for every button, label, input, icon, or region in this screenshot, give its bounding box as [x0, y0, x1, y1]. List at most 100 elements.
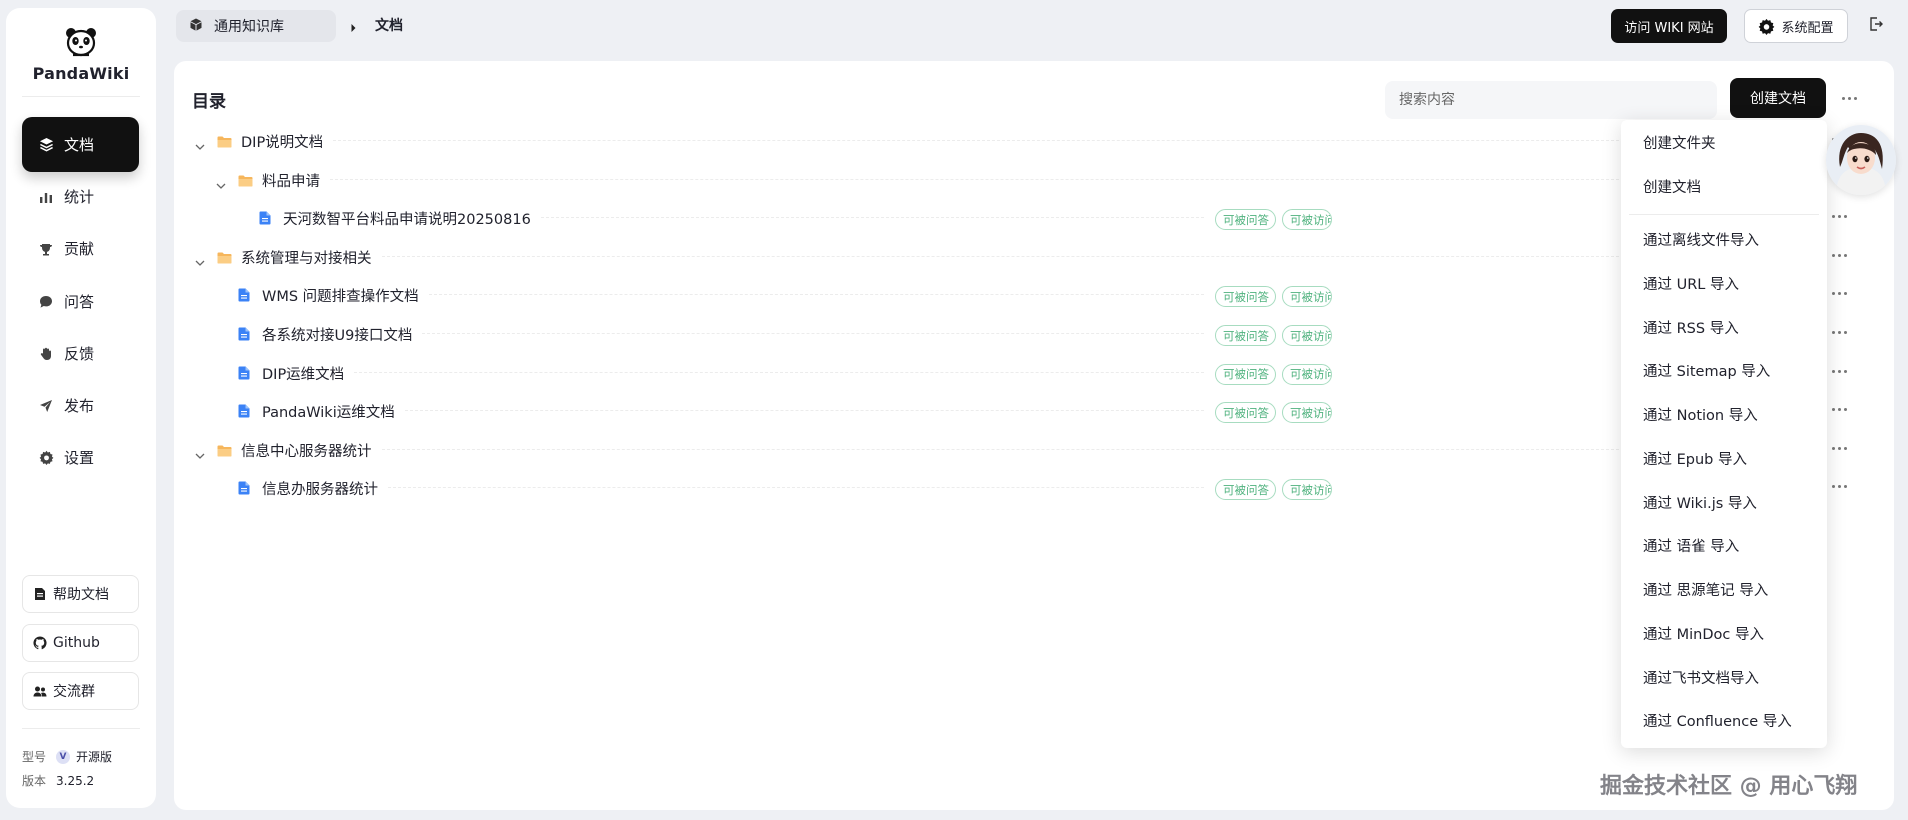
breadcrumb-current: 文档 [375, 18, 403, 34]
create-document-button[interactable]: 创建文档 [1730, 78, 1826, 118]
nav-label: 问答 [64, 293, 95, 311]
tree-item-label[interactable]: 料品申请 [262, 170, 320, 191]
tree-item-label[interactable]: 系统管理与对接相关 [241, 247, 372, 268]
menu-item-import-notion[interactable]: 通过 Notion 导入 [1643, 404, 1758, 425]
nav-item-docs[interactable]: 文档 [22, 117, 139, 172]
tree-item-label[interactable]: PandaWiki运维文档 [262, 401, 395, 422]
menu-item-create-folder[interactable]: 创建文件夹 [1643, 132, 1716, 153]
create-dropdown-menu: 创建文件夹 创建文档 通过离线文件导入 通过 URL 导入 通过 RSS 导入 … [1621, 120, 1827, 748]
row-divider [405, 410, 1204, 412]
row-more-icon[interactable] [1832, 331, 1847, 334]
visit-wiki-button[interactable]: 访问 WIKI 网站 [1611, 9, 1727, 43]
chevron-down-icon[interactable] [195, 251, 205, 270]
menu-item-create-doc[interactable]: 创建文档 [1643, 176, 1701, 197]
qa-enabled-tag: 可被问答 [1215, 325, 1276, 346]
menu-item-import-feishu[interactable]: 通过飞书文档导入 [1643, 667, 1759, 688]
chevron-down-icon[interactable] [195, 135, 205, 154]
tree-item-label[interactable]: DIP运维文档 [262, 363, 344, 384]
row-divider [388, 487, 1204, 489]
nav-label: 发布 [64, 397, 95, 415]
qa-enabled-tag: 可被问答 [1215, 209, 1276, 231]
nav-item-settings[interactable]: 设置 [22, 430, 139, 485]
system-config-label: 系统配置 [1781, 20, 1834, 36]
document-icon [238, 480, 250, 499]
document-icon [259, 210, 271, 229]
menu-item-import-wikijs[interactable]: 通过 Wiki.js 导入 [1643, 492, 1757, 513]
document-icon [238, 403, 250, 422]
tree-item-label[interactable]: WMS 问题排查操作文档 [262, 285, 419, 306]
github-button[interactable]: Github [22, 624, 139, 662]
model-info: 型号 V 开源版 [22, 748, 112, 765]
watermark-text: 掘金技术社区 @ 用心飞翔 [1600, 774, 1858, 799]
system-config-button[interactable]: 系统配置 [1744, 9, 1848, 43]
model-label: 型号 [22, 750, 47, 764]
gear-icon [1759, 18, 1775, 35]
menu-item-import-siyuan[interactable]: 通过 思源笔记 导入 [1643, 579, 1768, 600]
nav-label: 反馈 [64, 345, 95, 363]
row-divider [541, 217, 1204, 219]
row-more-icon[interactable] [1832, 292, 1847, 296]
version-divider [22, 728, 140, 729]
breadcrumb-root-label: 通用知识库 [214, 19, 284, 35]
logout-icon[interactable] [1868, 16, 1884, 36]
more-options-icon[interactable] [1842, 97, 1857, 100]
chevron-down-icon[interactable] [195, 444, 205, 463]
qa-enabled-tag: 可被问答 [1215, 363, 1276, 385]
folder-icon [238, 172, 253, 191]
nav-label: 设置 [64, 449, 95, 467]
gear-icon [38, 450, 54, 466]
menu-item-import-yuque[interactable]: 通过 语雀 导入 [1643, 535, 1739, 556]
tree-item-label[interactable]: 信息办服务器统计 [262, 478, 378, 499]
logo-divider [22, 96, 140, 97]
bar-chart-icon [38, 189, 54, 205]
tree-item-label[interactable]: DIP说明文档 [241, 131, 323, 152]
menu-divider [1629, 214, 1819, 215]
menu-item-import-mindoc[interactable]: 通过 MinDoc 导入 [1643, 623, 1764, 644]
nav-item-qa[interactable]: 问答 [22, 274, 139, 329]
menu-item-import-sitemap[interactable]: 通过 Sitemap 导入 [1643, 360, 1770, 381]
visit-enabled-tag: 可被访问 [1282, 209, 1332, 231]
tree-item-label[interactable]: 各系统对接U9接口文档 [262, 324, 412, 345]
app-name: PandaWiki [32, 64, 130, 83]
qa-enabled-tag: 可被问答 [1215, 286, 1276, 308]
qa-enabled-tag: 可被问答 [1215, 479, 1276, 501]
tree-item-label[interactable]: 信息中心服务器统计 [241, 440, 372, 461]
panel-title: 目录 [192, 92, 226, 112]
row-more-icon[interactable] [1832, 446, 1847, 450]
nav-item-publish[interactable]: 发布 [22, 378, 139, 433]
row-more-icon[interactable] [1832, 215, 1847, 219]
row-more-icon[interactable] [1832, 369, 1847, 373]
chevron-down-icon[interactable] [216, 174, 226, 193]
menu-item-import-confluence[interactable]: 通过 Confluence 导入 [1643, 710, 1792, 731]
row-divider [429, 294, 1204, 296]
menu-item-import-epub[interactable]: 通过 Epub 导入 [1643, 448, 1747, 469]
version-info: 版本 3.25.2 [22, 772, 94, 789]
group-chat-button[interactable]: 交流群 [22, 672, 139, 710]
row-divider [382, 448, 1619, 450]
github-icon [33, 636, 47, 650]
visit-enabled-tag: 可被访问 [1282, 363, 1332, 385]
nav-item-stats[interactable]: 统计 [22, 169, 139, 224]
nav-label: 贡献 [64, 240, 95, 258]
row-more-icon[interactable] [1832, 408, 1847, 412]
menu-item-import-rss[interactable]: 通过 RSS 导入 [1643, 317, 1739, 338]
row-divider [382, 255, 1619, 257]
visit-enabled-tag: 可被访问 [1282, 479, 1332, 501]
folder-icon [217, 133, 232, 152]
help-docs-button[interactable]: 帮助文档 [22, 575, 139, 613]
search-input[interactable] [1385, 81, 1717, 119]
nav-item-feedback[interactable]: 反馈 [22, 326, 139, 381]
menu-item-import-url[interactable]: 通过 URL 导入 [1643, 273, 1739, 294]
document-icon [238, 287, 250, 306]
assistant-avatar[interactable] [1826, 125, 1896, 195]
breadcrumb-knowledge-base[interactable]: 通用知识库 [176, 10, 336, 42]
row-divider [422, 333, 1204, 334]
menu-item-import-offline[interactable]: 通过离线文件导入 [1643, 229, 1759, 250]
folder-icon [217, 249, 232, 268]
nav-item-contribute[interactable]: 贡献 [22, 221, 139, 276]
tree-item-label[interactable]: 天河数智平台料品申请说明20250816 [283, 208, 531, 229]
app-logo[interactable]: PandaWiki [6, 26, 156, 83]
nav-label: 文档 [64, 136, 95, 154]
row-more-icon[interactable] [1832, 253, 1847, 257]
row-more-icon[interactable] [1832, 485, 1847, 489]
